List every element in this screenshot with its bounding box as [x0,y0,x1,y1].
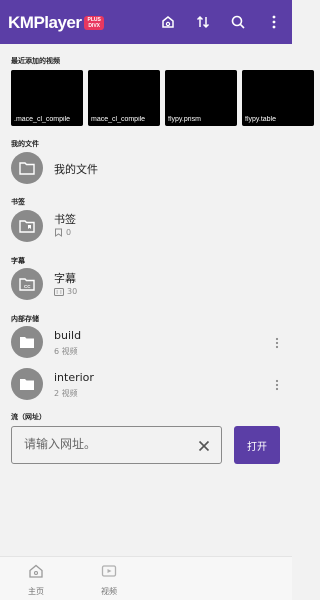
bookmarks-count: 0 [54,228,71,237]
cast-icon[interactable] [158,12,178,32]
url-field[interactable] [11,426,222,464]
subtitles-count: 30 [54,287,77,296]
close-icon[interactable] [197,438,211,452]
video-caption: flypy.table [245,116,276,123]
folder-more-icon[interactable] [272,334,282,352]
internal-storage-heading: 内部存储 [11,315,39,323]
svg-text:CC: CC [24,284,31,289]
recent-video-thumb[interactable]: mace_cl_compile [88,70,160,126]
search-icon[interactable] [228,12,248,32]
app-bar: KMPlayer PLUS DIVX [0,0,292,44]
bookmarks-count-value: 0 [66,228,72,237]
video-caption: .mace_cl_compile [14,116,71,123]
folder-name[interactable]: interior [54,371,94,384]
url-input[interactable] [24,437,184,451]
my-files-item[interactable]: 我的文件 [54,161,98,177]
home-icon [28,563,44,583]
bookmarks-item[interactable]: 书签 [54,211,76,227]
folder-name[interactable]: build [54,329,81,342]
subtitles-count-value: 30 [67,287,78,296]
my-files-heading: 我的文件 [11,140,39,148]
recent-videos-heading: 最近添加的视频 [11,57,60,65]
app-logo: KMPlayer PLUS DIVX [8,13,104,33]
stream-heading: 流（网址） [11,413,46,421]
folder-icon[interactable] [11,152,43,184]
folder-icon[interactable] [11,368,43,400]
bookmarks-heading: 书签 [11,198,25,206]
badge-line2: DIVX [88,23,100,29]
bookmark-icon [54,228,63,237]
open-button[interactable]: 打开 [234,426,280,464]
subtitle-icon [54,287,64,296]
bookmark-folder-icon[interactable] [11,210,43,242]
nav-video[interactable]: 视频 [89,563,129,597]
video-caption: flypy.prism [168,116,201,123]
folder-count: 2 视频 [54,389,78,398]
folder-icon[interactable] [11,326,43,358]
video-caption: mace_cl_compile [91,116,146,123]
logo-text: KMPlayer [8,13,82,32]
subtitles-heading: 字幕 [11,257,25,265]
recent-video-thumb[interactable]: flypy.table [242,70,314,126]
recent-video-thumb[interactable]: .mace_cl_compile [11,70,83,126]
subtitle-folder-icon[interactable]: CC [11,268,43,300]
plus-badge: PLUS DIVX [84,16,104,30]
more-vertical-icon[interactable] [264,12,284,32]
nav-video-label: 视频 [101,587,117,596]
folder-more-icon[interactable] [272,376,282,394]
recent-video-thumb[interactable]: flypy.prism [165,70,237,126]
nav-home[interactable]: 主页 [16,563,56,597]
sort-icon[interactable] [193,12,213,32]
bottom-nav: 主页 视频 [0,556,292,600]
subtitles-item[interactable]: 字幕 [54,270,76,286]
folder-count: 6 视频 [54,347,78,356]
video-icon [101,563,117,583]
nav-home-label: 主页 [28,587,44,596]
